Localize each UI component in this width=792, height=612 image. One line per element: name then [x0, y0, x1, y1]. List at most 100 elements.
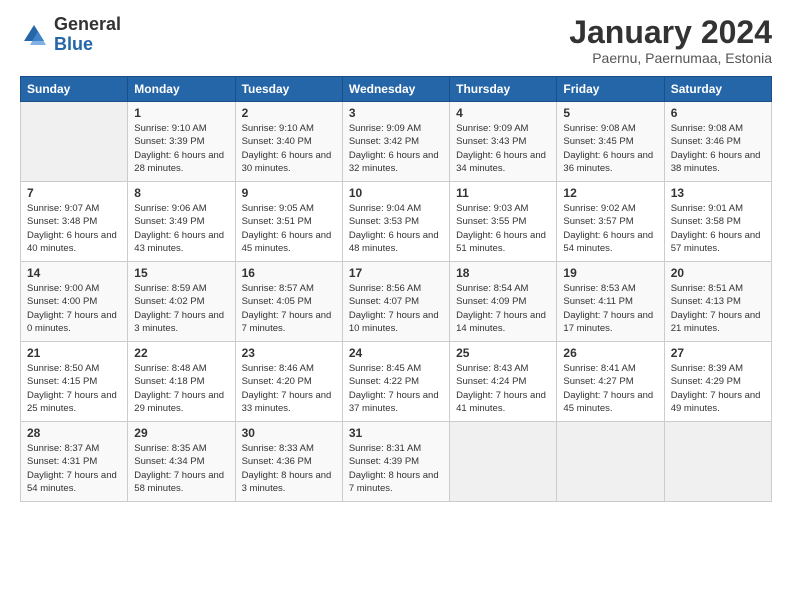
day-cell: 11 Sunrise: 9:03 AM Sunset: 3:55 PM Dayli…	[450, 182, 557, 262]
day-cell: 4Sunrise: 9:09 AM Sunset: 3:43 PM Daylig…	[450, 102, 557, 182]
day-cell: 8Sunrise: 9:06 AM Sunset: 3:49 PM Daylig…	[128, 182, 235, 262]
day-info: Sunrise: 9:00 AM Sunset: 4:00 PM Dayligh…	[27, 282, 121, 335]
day-info: Sunrise: 8:56 AM Sunset: 4:07 PM Dayligh…	[349, 282, 443, 335]
day-info: Sunrise: 9:10 AM Sunset: 3:39 PM Dayligh…	[134, 122, 228, 175]
day-cell: 28 Sunrise: 8:37 AM Sunset: 4:31 PM Dayli…	[21, 422, 128, 502]
day-info: Sunrise: 9:05 AM Sunset: 3:51 PM Dayligh…	[242, 202, 336, 255]
day-number: 18	[456, 266, 550, 280]
day-cell: 27 Sunrise: 8:39 AM Sunset: 4:29 PM Dayli…	[664, 342, 771, 422]
day-cell: 15 Sunrise: 8:59 AM Sunset: 4:02 PM Dayli…	[128, 262, 235, 342]
day-cell: 21 Sunrise: 8:50 AM Sunset: 4:15 PM Dayli…	[21, 342, 128, 422]
day-number: 15	[134, 266, 228, 280]
day-cell: 31Sunrise: 8:31 AM Sunset: 4:39 PM Dayli…	[342, 422, 449, 502]
day-number: 16	[242, 266, 336, 280]
day-number: 22	[134, 346, 228, 360]
table-row: 7 Sunrise: 9:07 AM Sunset: 3:48 PM Daylig…	[21, 182, 772, 262]
col-thursday: Thursday	[450, 77, 557, 102]
day-info: Sunrise: 8:51 AM Sunset: 4:13 PM Dayligh…	[671, 282, 765, 335]
day-number: 31	[349, 426, 443, 440]
day-cell: 14 Sunrise: 9:00 AM Sunset: 4:00 PM Dayli…	[21, 262, 128, 342]
day-info: Sunrise: 9:03 AM Sunset: 3:55 PM Dayligh…	[456, 202, 550, 255]
day-info: Sunrise: 8:43 AM Sunset: 4:24 PM Dayligh…	[456, 362, 550, 415]
day-info: Sunrise: 9:08 AM Sunset: 3:45 PM Dayligh…	[563, 122, 657, 175]
calendar-page: General Blue January 2024 Paernu, Paernu…	[0, 0, 792, 612]
day-info: Sunrise: 8:37 AM Sunset: 4:31 PM Dayligh…	[27, 442, 121, 495]
day-number: 20	[671, 266, 765, 280]
day-cell: 24 Sunrise: 8:45 AM Sunset: 4:22 PM Dayli…	[342, 342, 449, 422]
table-row: 1Sunrise: 9:10 AM Sunset: 3:39 PM Daylig…	[21, 102, 772, 182]
day-number: 14	[27, 266, 121, 280]
day-cell: 23Sunrise: 8:46 AM Sunset: 4:20 PM Dayli…	[235, 342, 342, 422]
day-cell: 18 Sunrise: 8:54 AM Sunset: 4:09 PM Dayli…	[450, 262, 557, 342]
day-number: 26	[563, 346, 657, 360]
day-number: 11	[456, 186, 550, 200]
logo-icon	[20, 21, 48, 49]
day-cell: 9 Sunrise: 9:05 AM Sunset: 3:51 PM Daylig…	[235, 182, 342, 262]
table-row: 14 Sunrise: 9:00 AM Sunset: 4:00 PM Dayli…	[21, 262, 772, 342]
day-number: 30	[242, 426, 336, 440]
col-monday: Monday	[128, 77, 235, 102]
day-cell: 26Sunrise: 8:41 AM Sunset: 4:27 PM Dayli…	[557, 342, 664, 422]
day-info: Sunrise: 9:08 AM Sunset: 3:46 PM Dayligh…	[671, 122, 765, 175]
day-cell: 19 Sunrise: 8:53 AM Sunset: 4:11 PM Dayli…	[557, 262, 664, 342]
logo-blue: Blue	[54, 35, 121, 55]
day-number: 9	[242, 186, 336, 200]
logo-general: General	[54, 15, 121, 35]
title-block: January 2024 Paernu, Paernumaa, Estonia	[569, 15, 772, 66]
day-number: 6	[671, 106, 765, 120]
day-number: 5	[563, 106, 657, 120]
day-info: Sunrise: 8:50 AM Sunset: 4:15 PM Dayligh…	[27, 362, 121, 415]
header: General Blue January 2024 Paernu, Paernu…	[20, 15, 772, 66]
logo-text: General Blue	[54, 15, 121, 55]
day-info: Sunrise: 9:06 AM Sunset: 3:49 PM Dayligh…	[134, 202, 228, 255]
day-info: Sunrise: 8:54 AM Sunset: 4:09 PM Dayligh…	[456, 282, 550, 335]
col-saturday: Saturday	[664, 77, 771, 102]
day-cell: 16 Sunrise: 8:57 AM Sunset: 4:05 PM Dayli…	[235, 262, 342, 342]
day-info: Sunrise: 8:39 AM Sunset: 4:29 PM Dayligh…	[671, 362, 765, 415]
day-cell: 17Sunrise: 8:56 AM Sunset: 4:07 PM Dayli…	[342, 262, 449, 342]
day-number: 28	[27, 426, 121, 440]
table-row: 28 Sunrise: 8:37 AM Sunset: 4:31 PM Dayli…	[21, 422, 772, 502]
day-number: 21	[27, 346, 121, 360]
day-number: 19	[563, 266, 657, 280]
day-info: Sunrise: 8:59 AM Sunset: 4:02 PM Dayligh…	[134, 282, 228, 335]
day-cell: 2Sunrise: 9:10 AM Sunset: 3:40 PM Daylig…	[235, 102, 342, 182]
day-cell	[450, 422, 557, 502]
day-number: 13	[671, 186, 765, 200]
day-cell: 29Sunrise: 8:35 AM Sunset: 4:34 PM Dayli…	[128, 422, 235, 502]
day-info: Sunrise: 8:35 AM Sunset: 4:34 PM Dayligh…	[134, 442, 228, 495]
day-cell: 5 Sunrise: 9:08 AM Sunset: 3:45 PM Daylig…	[557, 102, 664, 182]
day-cell	[557, 422, 664, 502]
day-info: Sunrise: 8:53 AM Sunset: 4:11 PM Dayligh…	[563, 282, 657, 335]
day-cell: 6 Sunrise: 9:08 AM Sunset: 3:46 PM Daylig…	[664, 102, 771, 182]
day-number: 3	[349, 106, 443, 120]
day-info: Sunrise: 8:45 AM Sunset: 4:22 PM Dayligh…	[349, 362, 443, 415]
day-info: Sunrise: 8:33 AM Sunset: 4:36 PM Dayligh…	[242, 442, 336, 495]
day-cell: 13 Sunrise: 9:01 AM Sunset: 3:58 PM Dayli…	[664, 182, 771, 262]
logo: General Blue	[20, 15, 121, 55]
day-cell: 25Sunrise: 8:43 AM Sunset: 4:24 PM Dayli…	[450, 342, 557, 422]
location-subtitle: Paernu, Paernumaa, Estonia	[569, 50, 772, 66]
day-number: 2	[242, 106, 336, 120]
day-number: 24	[349, 346, 443, 360]
calendar-table: Sunday Monday Tuesday Wednesday Thursday…	[20, 76, 772, 502]
col-friday: Friday	[557, 77, 664, 102]
month-title: January 2024	[569, 15, 772, 50]
day-info: Sunrise: 9:09 AM Sunset: 3:42 PM Dayligh…	[349, 122, 443, 175]
day-info: Sunrise: 9:09 AM Sunset: 3:43 PM Dayligh…	[456, 122, 550, 175]
day-cell: 22Sunrise: 8:48 AM Sunset: 4:18 PM Dayli…	[128, 342, 235, 422]
day-info: Sunrise: 9:02 AM Sunset: 3:57 PM Dayligh…	[563, 202, 657, 255]
day-number: 10	[349, 186, 443, 200]
day-cell: 30 Sunrise: 8:33 AM Sunset: 4:36 PM Dayli…	[235, 422, 342, 502]
day-cell: 12Sunrise: 9:02 AM Sunset: 3:57 PM Dayli…	[557, 182, 664, 262]
day-cell	[21, 102, 128, 182]
day-number: 23	[242, 346, 336, 360]
day-number: 7	[27, 186, 121, 200]
day-info: Sunrise: 9:01 AM Sunset: 3:58 PM Dayligh…	[671, 202, 765, 255]
day-cell: 1Sunrise: 9:10 AM Sunset: 3:39 PM Daylig…	[128, 102, 235, 182]
col-wednesday: Wednesday	[342, 77, 449, 102]
day-info: Sunrise: 9:04 AM Sunset: 3:53 PM Dayligh…	[349, 202, 443, 255]
day-number: 27	[671, 346, 765, 360]
day-info: Sunrise: 9:07 AM Sunset: 3:48 PM Dayligh…	[27, 202, 121, 255]
day-info: Sunrise: 8:57 AM Sunset: 4:05 PM Dayligh…	[242, 282, 336, 335]
